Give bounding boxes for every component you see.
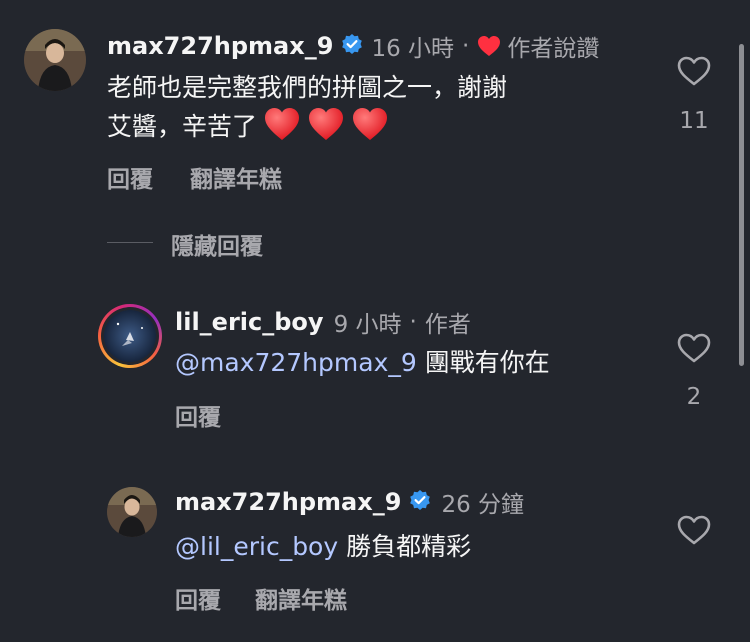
comment-username[interactable]: lil_eric_boy [175, 308, 324, 336]
translate-button[interactable]: 翻譯年糕 [255, 581, 347, 615]
separator-dot: · [462, 33, 470, 59]
avatar[interactable] [104, 310, 156, 362]
author-tag: 作者 [424, 312, 471, 338]
comment-text-line: 艾醬，辛苦了 [107, 111, 258, 141]
comment-timestamp: 16 小時 [371, 36, 455, 62]
mention-link[interactable]: @lil_eric_boy [175, 532, 338, 561]
like-button-heart-outline-icon[interactable] [677, 515, 711, 545]
emoji-hearts [263, 106, 395, 146]
author-liked-label: 作者說讚 [507, 36, 600, 62]
divider-line [107, 242, 153, 243]
hide-replies-button[interactable]: 隱藏回覆 [171, 227, 263, 261]
comment-username[interactable]: max727hpmax_9 [175, 488, 401, 516]
comment-username[interactable]: max727hpmax_9 [107, 32, 333, 60]
mention-link[interactable]: @max727hpmax_9 [175, 348, 417, 377]
reply-button[interactable]: 回覆 [175, 581, 221, 615]
red-heart-icon [477, 35, 501, 57]
avatar[interactable] [107, 487, 157, 537]
comment-timestamp: 9 小時 [333, 312, 402, 338]
like-count: 11 [679, 108, 709, 134]
comment-text: 勝負都精彩 [338, 532, 472, 561]
story-ring[interactable] [98, 304, 162, 368]
scrollbar[interactable] [739, 44, 744, 366]
reply-button[interactable]: 回覆 [107, 160, 153, 194]
red-heart-emoji-icon [263, 106, 301, 146]
comment-text: 團戰有你在 [416, 348, 550, 377]
verified-badge-icon [341, 33, 363, 59]
comment-text-line: 老師也是完整我們的拼圖之一，謝謝 [107, 73, 508, 102]
red-heart-emoji-icon [351, 106, 389, 146]
like-count: 2 [686, 384, 702, 410]
translate-button[interactable]: 翻譯年糕 [190, 160, 282, 194]
like-button-heart-outline-icon[interactable] [677, 333, 711, 363]
comment-timestamp: 26 分鐘 [441, 492, 525, 518]
avatar[interactable] [24, 29, 86, 91]
separator-dot: · [409, 309, 417, 335]
like-button-heart-outline-icon[interactable] [677, 56, 711, 86]
verified-badge-icon [409, 489, 431, 515]
red-heart-emoji-icon [307, 106, 345, 146]
reply-button[interactable]: 回覆 [175, 398, 221, 432]
